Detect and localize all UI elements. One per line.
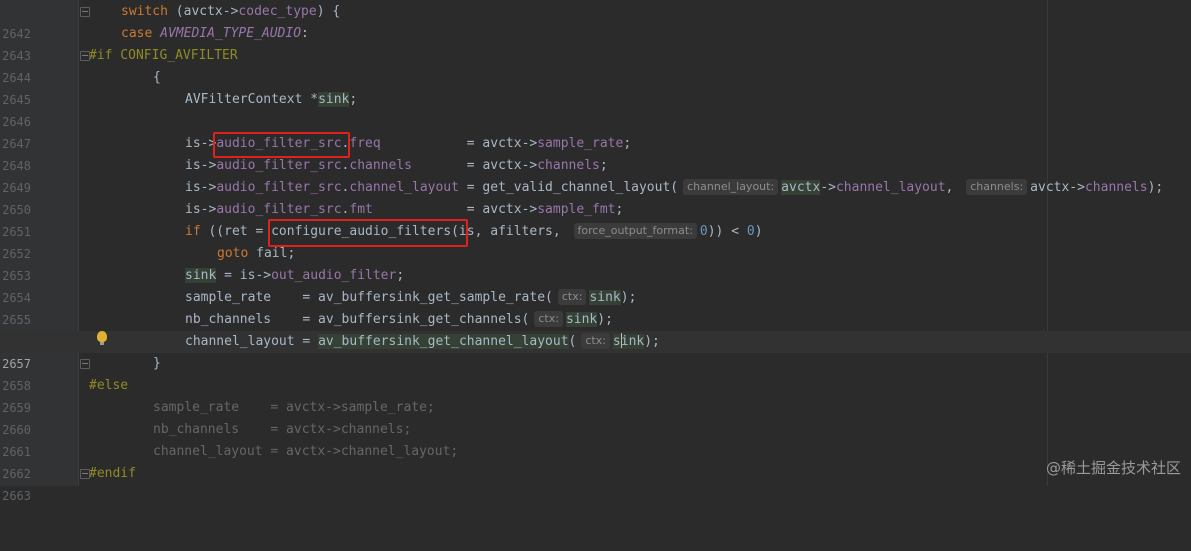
code-line[interactable]: 2658 }: [0, 353, 1191, 393]
code-line[interactable]: 2662 channel_layout = avctx->channel_lay…: [0, 441, 1191, 481]
code-line[interactable]: 2649 is->audio_filter_src.channels = avc…: [0, 155, 1191, 195]
code-line[interactable]: 2660 sample_rate = avctx->sample_rate;: [0, 397, 1191, 437]
fold-toggle-icon[interactable]: [80, 469, 90, 479]
code-line[interactable]: 2645 {: [0, 67, 1191, 107]
code-line[interactable]: 2656 nb_channels = av_buffersink_get_cha…: [0, 309, 1191, 349]
code-line[interactable]: 2648 is->audio_filter_src.freq = avctx->…: [0, 133, 1191, 173]
code-editor[interactable]: 2642 switch (avctx->codec_type) { 2643 c…: [0, 0, 1191, 503]
code-line[interactable]: 2654 sink = is->out_audio_filter;: [0, 265, 1191, 305]
code-line[interactable]: 2651 is->audio_filter_src.fmt = avctx->s…: [0, 199, 1191, 239]
fold-toggle-icon[interactable]: [80, 359, 90, 369]
code-line[interactable]: 2652 if ((ret = configure_audio_filters(…: [0, 221, 1191, 261]
code-line[interactable]: 2647: [0, 111, 1191, 151]
fold-toggle-icon[interactable]: [80, 7, 90, 17]
code-line[interactable]: 2643 case AVMEDIA_TYPE_AUDIO:: [0, 23, 1191, 63]
code-line[interactable]: 2653 goto fail;: [0, 243, 1191, 283]
param-hint: ctx:: [557, 289, 587, 305]
annotation-box-audio-filter-src: [213, 132, 350, 158]
param-hint: ctx:: [534, 311, 563, 327]
code-line[interactable]: 2642 switch (avctx->codec_type) {: [0, 1, 1191, 41]
code-line[interactable]: 2644 #if CONFIG_AVFILTER: [0, 45, 1191, 85]
text-caret: [620, 333, 622, 348]
code-line[interactable]: 2661 nb_channels = avctx->channels;: [0, 419, 1191, 459]
current-code-line[interactable]: 2657 channel_layout = av_buffersink_get_…: [0, 331, 1191, 371]
param-hint: channel_layout:: [683, 179, 779, 195]
lightbulb-icon[interactable]: [97, 331, 107, 345]
param-hint: channels:: [966, 179, 1028, 195]
watermark: @稀土掘金技术社区: [1045, 459, 1181, 477]
code-line[interactable]: 2655 sample_rate = av_buffersink_get_sam…: [0, 287, 1191, 327]
param-hint: ctx:: [581, 333, 610, 349]
code-line[interactable]: 2650 is->audio_filter_src.channel_layout…: [0, 177, 1191, 217]
fold-toggle-icon[interactable]: [80, 51, 90, 61]
code-line[interactable]: 2663 #endif: [0, 463, 1191, 503]
line-number: 2663: [2, 489, 31, 503]
annotation-box-configure-audio-filters: [268, 219, 468, 247]
param-hint: force_output_format:: [573, 223, 697, 239]
code-line[interactable]: 2646 AVFilterContext *sink;: [0, 89, 1191, 129]
code-line[interactable]: 2659 #else: [0, 375, 1191, 415]
